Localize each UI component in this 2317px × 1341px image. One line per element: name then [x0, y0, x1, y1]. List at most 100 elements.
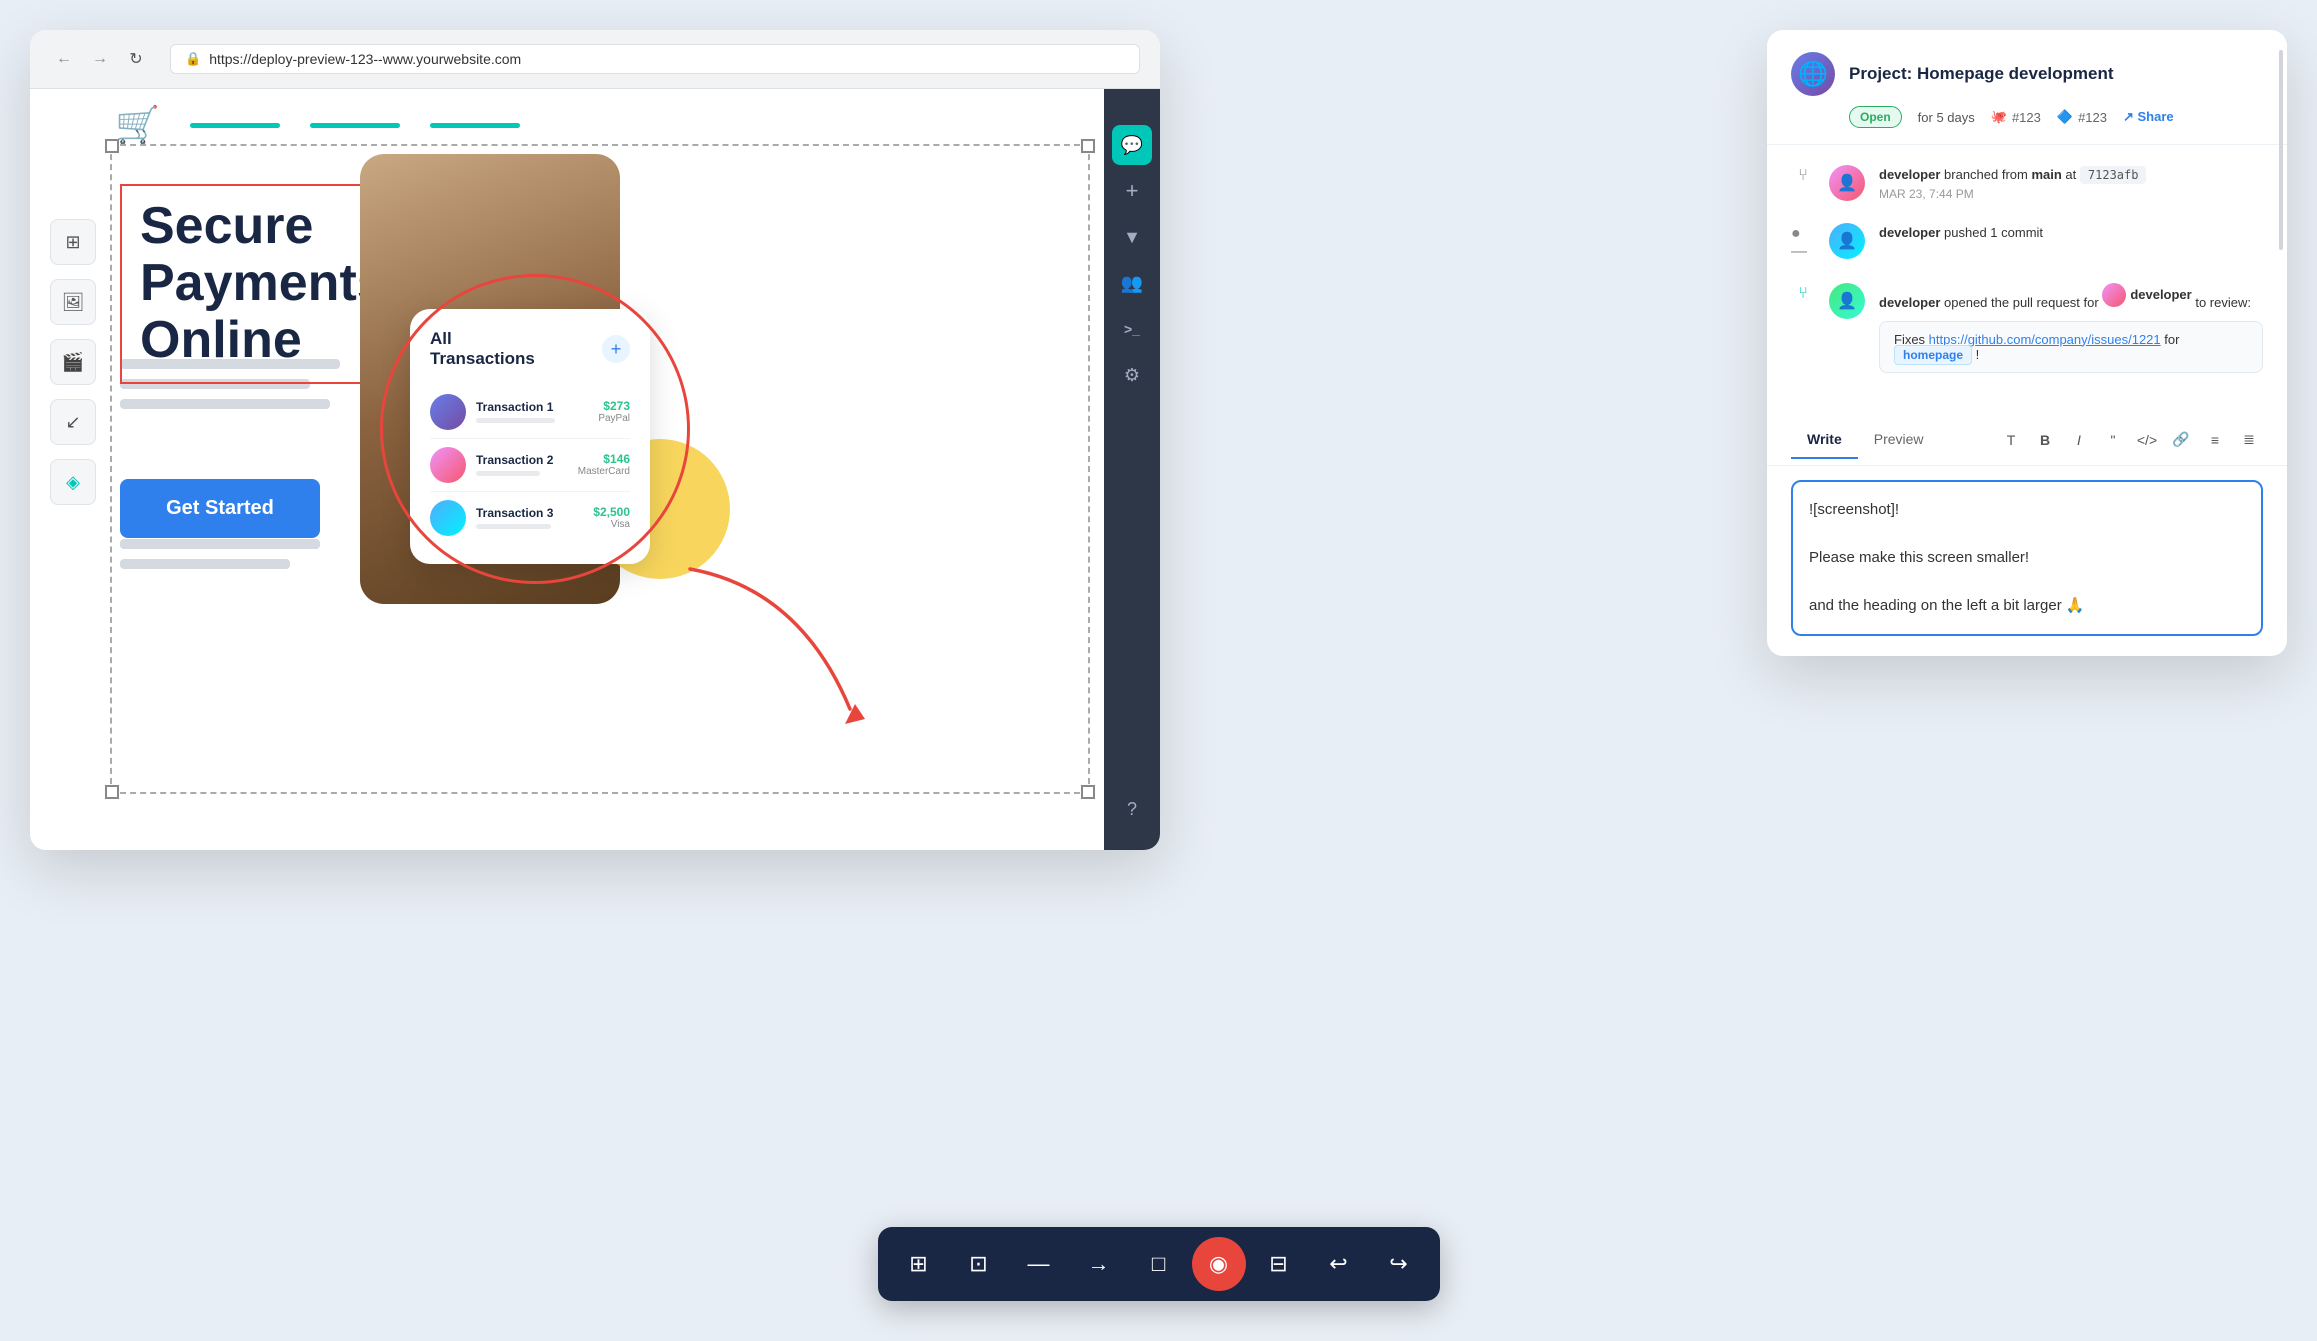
- panel-scrollbar[interactable]: [2279, 50, 2283, 250]
- browser-nav: ← → ↻: [50, 45, 150, 73]
- write-tab[interactable]: Write: [1791, 421, 1858, 459]
- activity-feed: ⑂ 👤 developer branched from main at 7123…: [1767, 145, 2287, 415]
- txn-method-1: PayPal: [598, 413, 630, 424]
- activity-item-1: ⑂ 👤 developer branched from main at 7123…: [1791, 165, 2263, 201]
- txn-info-2: Transaction 2: [476, 453, 568, 476]
- project-avatar: 🌐: [1791, 52, 1835, 96]
- activity-text-1: developer branched from main at 7123afb: [1879, 165, 2263, 185]
- arrow-tool[interactable]: →: [1072, 1237, 1126, 1291]
- avatar-3: [430, 500, 466, 536]
- toolbar-bold-button[interactable]: B: [2031, 426, 2059, 454]
- pr-icon: ⑂: [1798, 285, 1808, 303]
- toolbar-code-button[interactable]: </>: [2133, 426, 2161, 454]
- cart-icon: 🛒: [115, 104, 160, 146]
- handle-top-right[interactable]: [1081, 139, 1095, 153]
- browser-chrome: ← → ↻ 🔒 https://deploy-preview-123--www.…: [30, 30, 1160, 89]
- toolbar-italic-button[interactable]: I: [2065, 426, 2093, 454]
- editor-toolbar-row: Write Preview T B I " </> 🔗 ≡ ≣: [1767, 415, 2287, 466]
- browser-window: ← → ↻ 🔒 https://deploy-preview-123--www.…: [30, 30, 1160, 850]
- comment-sidebar-tool[interactable]: 💬: [1112, 125, 1152, 165]
- preview-tab[interactable]: Preview: [1858, 421, 1940, 459]
- toolbar-text-button[interactable]: T: [1997, 426, 2025, 454]
- crop-tool[interactable]: ⊡: [952, 1237, 1006, 1291]
- txn-bar-1: [476, 418, 555, 423]
- activity-item-3: ⑂ 👤 developer opened the pull request fo…: [1791, 283, 2263, 373]
- txn-bar-2: [476, 471, 540, 476]
- comment-line-2: Please make this screen smaller!: [1809, 546, 2245, 570]
- team-sidebar-tool[interactable]: 👥: [1112, 263, 1152, 303]
- handle-bottom-right[interactable]: [1081, 785, 1095, 799]
- comment-line-1: ![screenshot]!: [1809, 498, 2245, 522]
- toolbar-ordered-list-button[interactable]: ≣: [2235, 426, 2263, 454]
- nav-bar-2: [310, 123, 400, 128]
- brand-tool[interactable]: ◈: [50, 459, 96, 505]
- refresh-button[interactable]: ↻: [122, 45, 150, 73]
- homepage-badge: homepage: [1894, 345, 1972, 365]
- undo-tool[interactable]: ↩: [1312, 1237, 1366, 1291]
- filter-sidebar-tool[interactable]: ▼: [1112, 217, 1152, 257]
- txn-info-3: Transaction 3: [476, 506, 583, 529]
- txn-price-3: $2,500: [593, 505, 630, 519]
- video-tool[interactable]: 🎬: [50, 339, 96, 385]
- avatar-2: [430, 447, 466, 483]
- share-link[interactable]: ↗ Share: [2123, 109, 2174, 125]
- fixes-row: Fixes https://github.com/company/issues/…: [1879, 321, 2263, 373]
- activity-text-3: developer opened the pull request for de…: [1879, 283, 2263, 313]
- handle-top-left[interactable]: [105, 139, 119, 153]
- terminal-sidebar-tool[interactable]: >_: [1112, 309, 1152, 349]
- activity-icon-3: ⑂: [1791, 283, 1815, 303]
- status-detail: for 5 days: [1918, 110, 1975, 125]
- transaction-item-1: Transaction 1 $273 PayPal: [430, 386, 630, 439]
- comment-line-3: and the heading on the left a bit larger…: [1809, 594, 2245, 618]
- lock-icon: 🔒: [185, 51, 201, 67]
- url-text: https://deploy-preview-123--www.yourwebs…: [209, 51, 521, 67]
- diamond-icon: 🔷: [2057, 109, 2073, 125]
- dark-sidebar: 💬 + ▼ 👥 >_ ⚙ ?: [1104, 89, 1160, 850]
- txn-price-1: $273: [598, 399, 630, 413]
- github-icon: 🐙: [1991, 109, 2007, 125]
- editor-tabs: Write Preview: [1791, 421, 1940, 459]
- toolbar-list-button[interactable]: ≡: [2201, 426, 2229, 454]
- settings-sidebar-tool[interactable]: ⚙: [1112, 355, 1152, 395]
- back-button[interactable]: ←: [50, 45, 78, 73]
- rect-tool[interactable]: □: [1132, 1237, 1186, 1291]
- handle-bottom-left[interactable]: [105, 785, 119, 799]
- transaction-item-2: Transaction 2 $146 MasterCard: [430, 439, 630, 492]
- add-sidebar-tool[interactable]: +: [1112, 171, 1152, 211]
- help-sidebar-tool[interactable]: ?: [1112, 789, 1152, 829]
- activity-icon-1: ⑂: [1791, 165, 1815, 185]
- select-tool[interactable]: ⊞: [892, 1237, 946, 1291]
- toolbar-link-button[interactable]: 🔗: [2167, 426, 2195, 454]
- add-transaction-button[interactable]: +: [602, 335, 630, 363]
- project-title: Project: Homepage development: [1849, 64, 2114, 84]
- website-nav: 🛒: [115, 104, 520, 146]
- activity-time-1: MAR 23, 7:44 PM: [1879, 187, 2263, 201]
- qr-code-tool[interactable]: ⊞: [50, 219, 96, 265]
- transaction-card: All Transactions + Transaction 1 $273 Pa…: [410, 309, 650, 564]
- commit-icon: ●—: [1791, 225, 1815, 261]
- stamp-tool[interactable]: ⊟: [1252, 1237, 1306, 1291]
- login-tool[interactable]: ↙: [50, 399, 96, 445]
- activity-text-2: developer pushed 1 commit: [1879, 223, 2263, 243]
- avatar-1: [430, 394, 466, 430]
- activity-item-2: ●— 👤 developer pushed 1 commit: [1791, 223, 2263, 261]
- txn-info-1: Transaction 1: [476, 400, 588, 423]
- line-tool[interactable]: —: [1012, 1237, 1066, 1291]
- forward-button[interactable]: →: [86, 45, 114, 73]
- image-tool[interactable]: 🖼: [50, 279, 96, 325]
- fixes-for: for: [2164, 332, 2179, 347]
- left-sidebar: ⊞ 🖼 🎬 ↙ ◈: [50, 219, 106, 505]
- toolbar-quote-button[interactable]: ": [2099, 426, 2127, 454]
- share-icon: ↗: [2123, 109, 2134, 124]
- branch-icon: ⑂: [1798, 167, 1808, 185]
- pr-number: 🐙 #123: [1991, 109, 2041, 125]
- record-tool[interactable]: ◉: [1192, 1237, 1246, 1291]
- project-meta: Open for 5 days 🐙 #123 🔷 #123 ↗ Share: [1849, 106, 2263, 128]
- address-bar[interactable]: 🔒 https://deploy-preview-123--www.yourwe…: [170, 44, 1140, 74]
- txn-amount-2: $146 MasterCard: [578, 452, 630, 477]
- redo-tool[interactable]: ↪: [1372, 1237, 1426, 1291]
- comment-textarea[interactable]: ![screenshot]! Please make this screen s…: [1791, 480, 2263, 636]
- website-content: 🛒 ⊞ 🖼 🎬 ↙ ◈ SecurePaymentsOnline: [30, 89, 1160, 850]
- txn-name-3: Transaction 3: [476, 506, 583, 520]
- diamond-number: 🔷 #123: [2057, 109, 2107, 125]
